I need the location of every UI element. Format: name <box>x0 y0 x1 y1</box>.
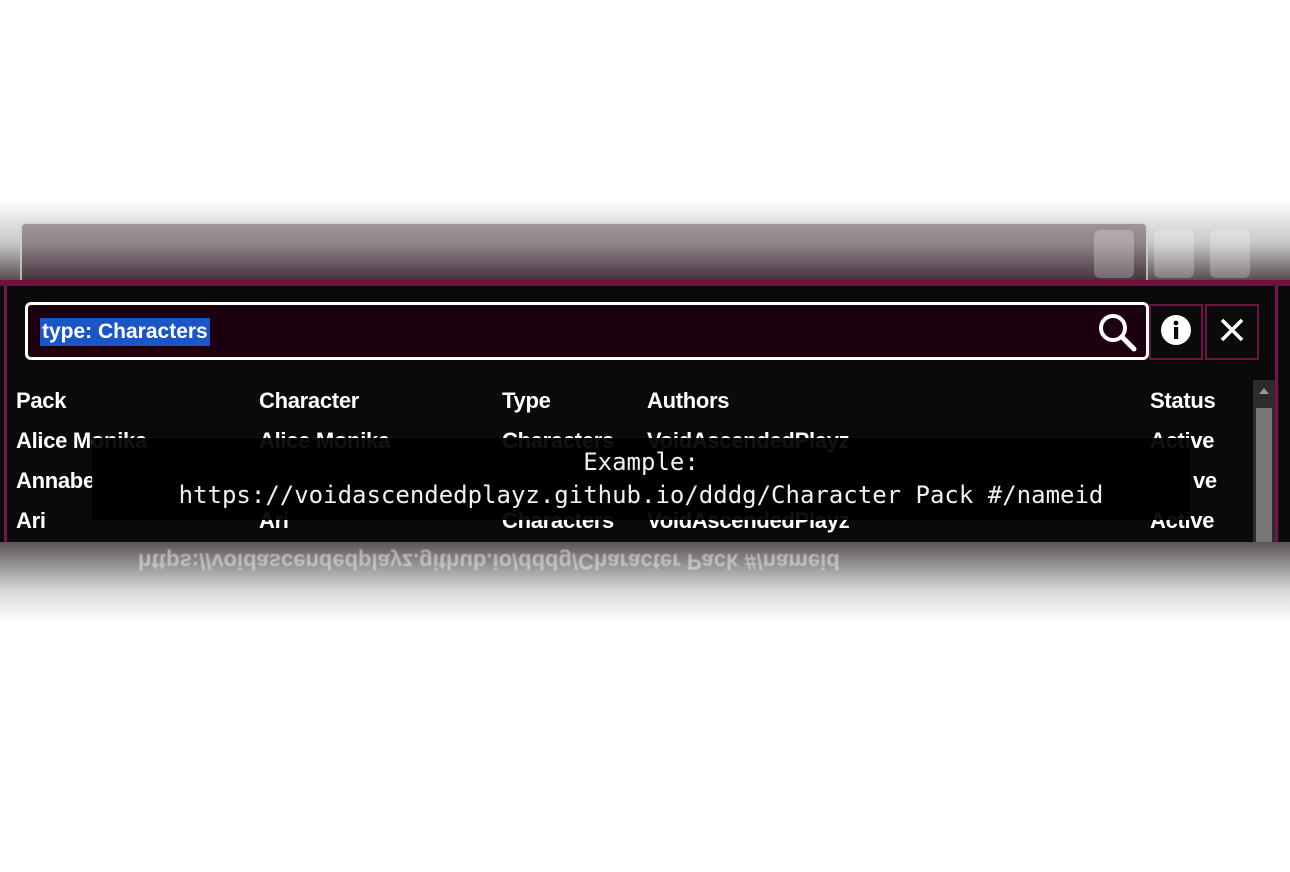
reflection-button <box>1210 230 1250 278</box>
reflection-tooltip-url: https://voidascendedplayz.github.io/dddg… <box>138 549 840 574</box>
column-header-character[interactable]: Character <box>259 388 359 414</box>
chevron-up-icon <box>1259 388 1269 394</box>
reflection-button <box>1154 230 1194 278</box>
column-header-status[interactable]: Status <box>1150 388 1216 414</box>
tooltip-url: https://voidascendedplayz.github.io/dddg… <box>178 481 1104 509</box>
bottom-reflection: https://voidascendedplayz.github.io/dddg… <box>0 542 1290 622</box>
search-input-value[interactable]: type: Characters <box>40 318 210 346</box>
info-icon <box>1160 314 1192 350</box>
column-header-pack[interactable]: Pack <box>16 388 66 414</box>
reflection-search-box <box>20 222 1148 280</box>
vertical-scrollbar[interactable] <box>1253 380 1275 542</box>
column-header-authors[interactable]: Authors <box>647 388 730 414</box>
reflection-button <box>1094 230 1134 278</box>
cell-pack: Annabe <box>16 468 95 493</box>
info-button[interactable] <box>1149 304 1203 360</box>
column-header-type[interactable]: Type <box>502 388 551 414</box>
tooltip-title: Example: <box>583 448 699 476</box>
cell-status: ve <box>1193 468 1217 493</box>
cell-pack: Ari <box>16 508 46 533</box>
example-tooltip: Example: https://voidascendedplayz.githu… <box>92 438 1190 520</box>
top-reflection <box>0 200 1290 280</box>
search-input[interactable]: type: Characters <box>25 302 1149 360</box>
close-icon <box>1219 317 1245 347</box>
search-icon[interactable] <box>1096 311 1138 353</box>
scroll-thumb[interactable] <box>1256 408 1272 542</box>
scroll-up-button[interactable] <box>1253 380 1275 402</box>
close-button[interactable] <box>1205 304 1259 360</box>
